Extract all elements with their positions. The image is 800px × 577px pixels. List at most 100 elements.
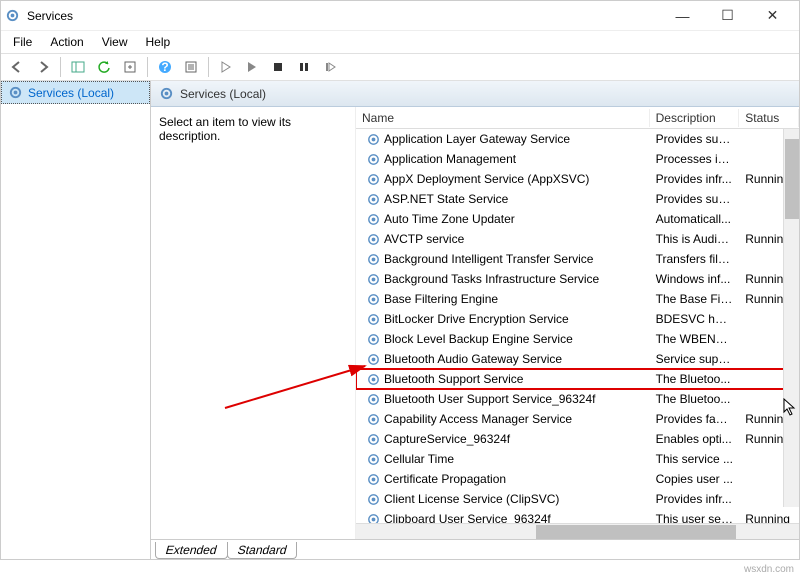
service-name: Background Intelligent Transfer Service [384,252,593,266]
service-row[interactable]: Cellular TimeThis service ... [356,449,799,469]
service-name-cell: Application Management [360,152,650,167]
service-name-cell: Cellular Time [360,452,650,467]
properties-button[interactable] [179,55,203,79]
menubar: File Action View Help [1,31,799,53]
service-name: Auto Time Zone Updater [384,212,515,226]
pause-button[interactable] [292,55,316,79]
service-row[interactable]: Clipboard User Service_96324fThis user s… [356,509,799,523]
scrollbar-thumb[interactable] [536,525,736,539]
service-row[interactable]: Auto Time Zone UpdaterAutomaticall... [356,209,799,229]
service-name-cell: Block Level Backup Engine Service [360,332,650,347]
services-icon [159,86,174,101]
horizontal-scrollbar[interactable] [356,523,799,539]
play-button[interactable] [240,55,264,79]
service-name: Block Level Backup Engine Service [384,332,573,346]
service-row[interactable]: Capability Access Manager ServiceProvide… [356,409,799,429]
back-button[interactable] [5,55,29,79]
service-desc-cell: Windows inf... [650,272,740,286]
forward-button[interactable] [31,55,55,79]
service-row[interactable]: Background Tasks Infrastructure ServiceW… [356,269,799,289]
service-desc-cell: This is Audio... [650,232,740,246]
services-window: Services — ☐ ✕ File Action View Help ? [0,0,800,560]
service-icon [366,452,381,467]
service-desc-cell: The Bluetoo... [650,392,740,406]
service-icon [366,252,381,267]
maximize-button[interactable]: ☐ [705,2,750,30]
refresh-button[interactable] [92,55,116,79]
scrollbar-thumb[interactable] [785,139,799,219]
watermark: wsxdn.com [744,564,794,575]
export-button[interactable] [118,55,142,79]
service-desc-cell: Provides infr... [650,492,740,506]
service-name-cell: Bluetooth User Support Service_96324f [360,392,650,407]
service-name: Clipboard User Service_96324f [384,512,551,523]
service-name-cell: CaptureService_96324f [360,432,650,447]
stop-button[interactable] [266,55,290,79]
service-icon [366,352,381,367]
service-name: CaptureService_96324f [384,432,510,446]
list-header: Name Description Status [356,107,799,129]
help-button[interactable]: ? [153,55,177,79]
tree-item-services-local[interactable]: Services (Local) [1,81,150,104]
tab-standard[interactable]: Standard [227,542,298,559]
service-icon [366,272,381,287]
vertical-scrollbar[interactable] [783,129,799,507]
menu-file[interactable]: File [5,33,40,51]
show-hide-tree-button[interactable] [66,55,90,79]
tabs: Extended Standard [151,539,799,559]
service-icon [366,312,381,327]
service-row[interactable]: Bluetooth User Support Service_96324fThe… [356,389,799,409]
service-name-cell: AppX Deployment Service (AppXSVC) [360,172,650,187]
description-prompt: Select an item to view its description. [159,115,291,143]
service-icon [366,392,381,407]
service-name-cell: Clipboard User Service_96324f [360,512,650,524]
service-desc-cell: The WBENGI... [650,332,740,346]
service-name: Base Filtering Engine [384,292,498,306]
service-name: Cellular Time [384,452,454,466]
service-name-cell: ASP.NET State Service [360,192,650,207]
split-content: Select an item to view its description. … [151,107,799,539]
service-row[interactable]: Background Intelligent Transfer Service T… [356,249,799,269]
service-icon [366,332,381,347]
service-row[interactable]: Application ManagementProcesses in... [356,149,799,169]
list-body: Application Layer Gateway ServiceProvide… [356,129,799,523]
close-button[interactable]: ✕ [750,2,795,30]
menu-help[interactable]: Help [138,33,179,51]
tab-extended[interactable]: Extended [155,542,228,559]
service-row[interactable]: ASP.NET State ServiceProvides sup... [356,189,799,209]
service-row[interactable]: AppX Deployment Service (AppXSVC)Provide… [356,169,799,189]
service-name: AppX Deployment Service (AppXSVC) [384,172,589,186]
service-row[interactable]: Block Level Backup Engine Service The WBE… [356,329,799,349]
service-desc-cell: Transfers file... [650,252,740,266]
service-name-cell: Background Intelligent Transfer Service [360,252,650,267]
column-status[interactable]: Status [739,109,799,127]
service-row[interactable]: Bluetooth Support ServiceThe Bluetoo... [356,369,799,389]
restart-button[interactable] [318,55,342,79]
start-service-button[interactable] [214,55,238,79]
service-icon [366,192,381,207]
service-name: Client License Service (ClipSVC) [384,492,559,506]
service-row[interactable]: Client License Service (ClipSVC) Provides… [356,489,799,509]
service-name: Certificate Propagation [384,472,506,486]
column-description[interactable]: Description [650,109,740,127]
service-row[interactable]: Certificate Propagation Copies user ... [356,469,799,489]
service-desc-cell: Copies user ... [650,472,740,486]
service-name-cell: Bluetooth Support Service [360,372,650,387]
service-row[interactable]: BitLocker Drive Encryption ServiceBDESVC… [356,309,799,329]
column-name[interactable]: Name [356,109,650,127]
service-row[interactable]: Application Layer Gateway ServiceProvide… [356,129,799,149]
menu-view[interactable]: View [94,33,136,51]
service-icon [366,232,381,247]
service-row[interactable]: CaptureService_96324fEnables opti...Runn… [356,429,799,449]
minimize-button[interactable]: — [660,2,705,30]
menu-action[interactable]: Action [42,33,91,51]
service-name: Bluetooth Audio Gateway Service [384,352,562,366]
service-status-cell: Running [739,512,799,523]
service-desc-cell: Provides faci... [650,412,740,426]
services-icon [8,85,23,100]
service-desc-cell: The Bluetoo... [650,372,740,386]
service-row[interactable]: Base Filtering EngineThe Base Filt...Run… [356,289,799,309]
service-name-cell: AVCTP service [360,232,650,247]
service-row[interactable]: AVCTP serviceThis is Audio...Running [356,229,799,249]
service-row[interactable]: Bluetooth Audio Gateway ServiceService s… [356,349,799,369]
